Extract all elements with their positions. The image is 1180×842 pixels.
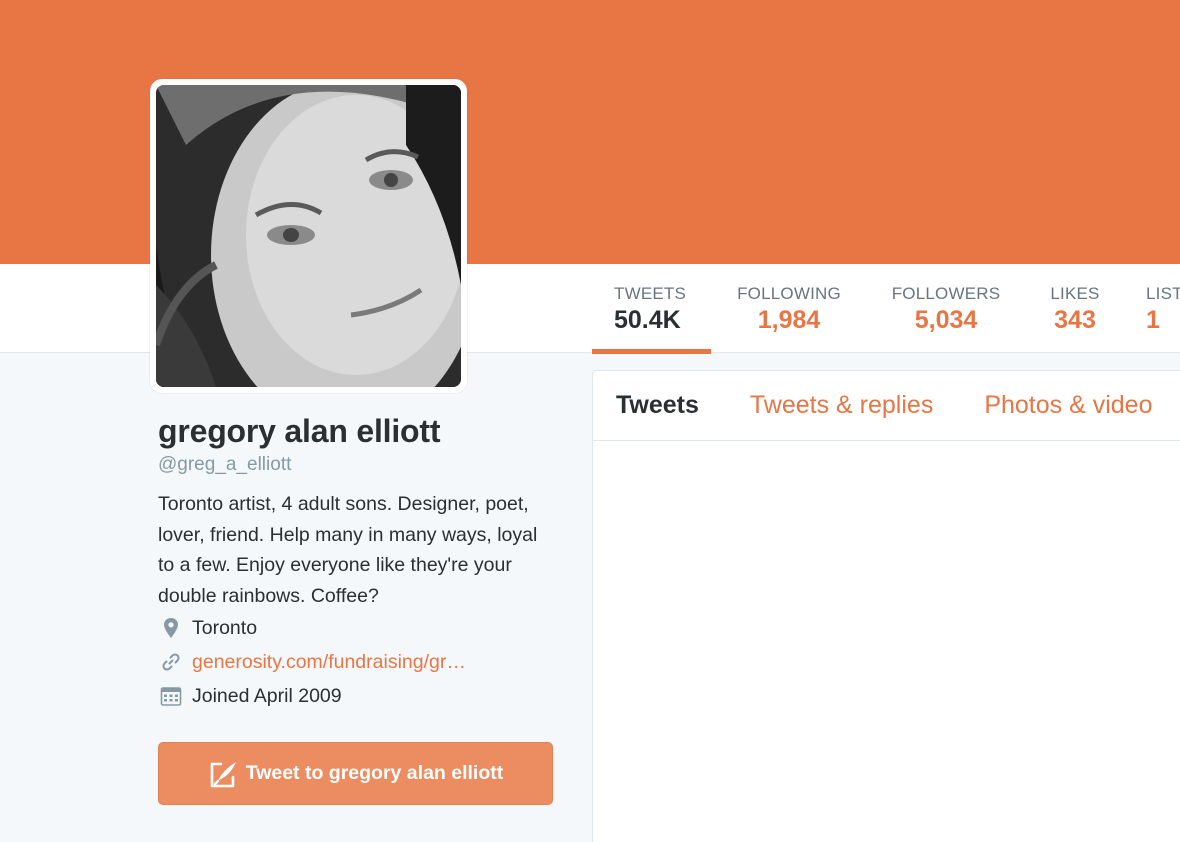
profile-bio: Toronto artist, 4 adult sons. Designer, …	[158, 493, 538, 607]
calendar-icon	[158, 684, 184, 708]
stat-followers[interactable]: FOLLOWERS 5,034	[889, 264, 1048, 353]
profile-card: gregory alan elliott @greg_a_elliott Tor…	[158, 413, 558, 713]
stat-label: LIST	[1146, 284, 1180, 303]
stat-tweets[interactable]: TWEETS 50.4K	[592, 264, 733, 354]
stat-label: FOLLOWING	[737, 284, 841, 303]
stat-label: FOLLOWERS	[891, 284, 1001, 303]
avatar-portrait-image	[156, 85, 461, 387]
map-pin-icon	[158, 616, 184, 640]
stat-value: 50.4K	[614, 306, 681, 334]
location-text: Toronto	[192, 616, 258, 639]
link-icon	[158, 650, 184, 674]
tweet-to-button-label: Tweet to gregory alan elliott	[245, 762, 504, 784]
profile-name[interactable]: gregory alan elliott	[158, 413, 558, 450]
avatar-photo	[156, 85, 461, 387]
timeline-panel: Tweets Tweets & replies Photos & video	[592, 370, 1180, 842]
website-link[interactable]: generosity.com/fundraising/gr…	[192, 651, 466, 674]
stat-label: LIKES	[1050, 284, 1100, 303]
stat-value: 1,984	[757, 306, 821, 334]
timeline-tabs: Tweets Tweets & replies Photos & video	[593, 371, 1180, 441]
stat-value: 5,034	[914, 306, 978, 334]
profile-website: generosity.com/fundraising/gr…	[158, 645, 558, 679]
compose-icon	[208, 759, 240, 789]
profile-handle[interactable]: @greg_a_elliott	[158, 454, 558, 476]
avatar[interactable]	[150, 79, 467, 393]
stat-value: 343	[1054, 306, 1096, 334]
stat-value: 1	[1146, 306, 1160, 334]
stat-following[interactable]: FOLLOWING 1,984	[733, 264, 889, 353]
stat-label: TWEETS	[614, 284, 687, 303]
tab-photos-and-video[interactable]: Photos & video	[984, 391, 1152, 420]
tab-tweets[interactable]: Tweets	[616, 391, 699, 420]
tweet-to-button[interactable]: Tweet to gregory alan elliott	[158, 742, 553, 805]
stat-lists[interactable]: LIST 1	[1146, 264, 1180, 353]
stat-likes[interactable]: LIKES 343	[1048, 264, 1146, 353]
profile-joined: Joined April 2009	[158, 679, 558, 713]
profile-location: Toronto	[158, 611, 558, 645]
joined-text: Joined April 2009	[192, 684, 342, 707]
tab-tweets-and-replies[interactable]: Tweets & replies	[750, 391, 933, 420]
profile-stats: TWEETS 50.4K FOLLOWING 1,984 FOLLOWERS 5…	[592, 264, 1180, 354]
